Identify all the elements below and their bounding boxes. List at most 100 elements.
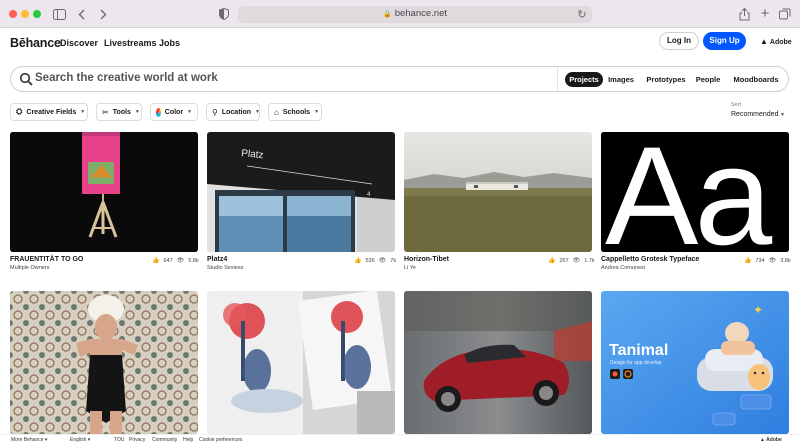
painting-book-image	[207, 291, 395, 434]
footer-adobe-label: Adobe	[766, 437, 782, 443]
project-title[interactable]: Cappelletto Grotesk Typeface	[601, 256, 699, 263]
close-window-button[interactable]	[9, 10, 17, 18]
filter-creative-fields[interactable]: ⛭ Creative Fields ▼	[10, 103, 88, 121]
nav-discover[interactable]: Discover	[60, 38, 98, 48]
tibet-landscape-image	[404, 132, 592, 252]
project-owner[interactable]: Multiple Owners	[10, 265, 49, 271]
eye-icon: 👁	[176, 258, 185, 264]
eye-icon: 👁	[768, 258, 777, 264]
project-stats: 👍 647 👁 5.8k	[152, 257, 199, 265]
new-tab-icon[interactable]: +	[759, 6, 771, 21]
project-owner[interactable]: Li Ye	[404, 265, 416, 271]
project-title[interactable]: Horizon-Tibet	[404, 256, 449, 263]
svg-text:✦: ✦	[753, 303, 763, 317]
typeface-specimen-image: Aa	[601, 132, 789, 252]
project-thumbnail[interactable]	[10, 132, 198, 252]
nav-jobs[interactable]: Jobs	[159, 38, 180, 48]
footer-link-privacy[interactable]: Privacy	[129, 437, 145, 443]
eye-icon: 👁	[378, 258, 387, 264]
chevron-down-icon[interactable]: ▼	[780, 112, 785, 118]
thumbs-up-icon: 👍	[744, 258, 752, 264]
view-count: 3.8k	[780, 257, 791, 264]
back-icon[interactable]	[76, 7, 86, 21]
platz-sign-text: Platz	[241, 148, 264, 161]
search-input[interactable]: Search the creative world at work	[35, 72, 218, 84]
project-stats: 👍 536 👁 7k	[354, 257, 397, 265]
tanimal-title: Tanimal	[609, 342, 668, 359]
like-count: 536	[365, 257, 375, 264]
tanimal-subtitle: Design for app develop	[610, 360, 662, 366]
chevron-down-icon: ▼	[134, 109, 140, 115]
behance-logo[interactable]: Bēhance	[10, 36, 61, 50]
site-header: Bēhance Discover Livestreams Jobs Log In…	[0, 28, 800, 58]
project-thumbnail[interactable]: Aa	[601, 132, 789, 252]
footer-link-tou[interactable]: TOU	[114, 437, 124, 443]
chevron-down-icon: ▼	[187, 109, 192, 115]
adobe-logo-icon: ▲	[760, 37, 768, 46]
sort-dropdown[interactable]: Recommended	[731, 111, 778, 118]
project-thumbnail[interactable]	[207, 291, 395, 434]
red-car-image	[404, 291, 592, 434]
tanimal-3d-image: Tanimal Design for app develop ✦	[601, 291, 789, 434]
project-title[interactable]: FRAUENTITÄT TO GO	[10, 256, 83, 263]
school-icon: ⌂	[274, 107, 279, 117]
zoom-window-button[interactable]	[33, 10, 41, 18]
search-divider	[557, 67, 558, 91]
like-count: 267	[559, 257, 569, 264]
search-bar[interactable]: Search the creative world at work Projec…	[10, 66, 789, 92]
footer-link-community[interactable]: Community	[152, 437, 177, 443]
project-thumbnail[interactable]	[10, 291, 198, 434]
url-text: behance.net	[394, 8, 447, 19]
language-dropdown[interactable]: English ▾	[70, 437, 90, 443]
filter-label: Color	[164, 108, 184, 116]
login-button[interactable]: Log In	[659, 32, 699, 50]
view-count: 7k	[390, 257, 397, 264]
nav-livestreams[interactable]: Livestreams	[104, 38, 157, 48]
search-icon	[19, 72, 33, 86]
tab-people[interactable]: People	[695, 72, 721, 87]
thumbs-up-icon: 👍	[152, 258, 160, 264]
more-behance-dropdown[interactable]: More Behance ▾	[11, 437, 47, 443]
language-label: English	[70, 437, 87, 443]
footer-link-cookie-preferences[interactable]: Cookie preferences	[199, 437, 242, 443]
typeface-glyphs: Aa	[605, 132, 772, 252]
project-stats: 👍 734 👁 3.8k	[744, 257, 791, 265]
project-owner[interactable]: Studio Sexiess	[207, 265, 243, 271]
forward-icon[interactable]	[98, 7, 108, 21]
tab-projects[interactable]: Projects	[565, 72, 603, 87]
view-count: 1.7k	[584, 257, 595, 264]
portrait-photo-image	[10, 291, 198, 434]
project-thumbnail[interactable]: Platz 4	[207, 132, 395, 252]
footer-adobe-link[interactable]: ▲ Adobe	[760, 437, 782, 443]
address-bar[interactable]: 🔒 behance.net ↻	[238, 6, 592, 23]
thumbs-up-icon: 👍	[354, 258, 362, 264]
signup-button[interactable]: Sign Up	[703, 32, 746, 50]
filter-color[interactable]: Color ▼	[150, 103, 198, 121]
tab-images[interactable]: Images	[608, 72, 634, 87]
filter-location[interactable]: ⚲ Location ▼	[206, 103, 260, 121]
building-sign-image: Platz 4	[207, 132, 395, 252]
privacy-shield-icon[interactable]	[218, 7, 230, 21]
thumbs-up-icon: 👍	[548, 258, 556, 264]
adobe-link[interactable]: ▲ Adobe	[760, 37, 792, 46]
minimize-window-button[interactable]	[21, 10, 29, 18]
tab-prototypes[interactable]: Prototypes	[645, 72, 687, 87]
filter-tools[interactable]: ✂ Tools ▼	[96, 103, 142, 121]
like-count: 647	[163, 257, 173, 264]
sort-label: Sort	[731, 102, 742, 108]
project-thumbnail[interactable]	[404, 291, 592, 434]
reload-icon[interactable]: ↻	[576, 8, 588, 22]
tools-icon: ✂	[102, 107, 109, 117]
filter-schools[interactable]: ⌂ Schools ▼	[268, 103, 322, 121]
project-owner[interactable]: Andrea Comunesi	[601, 265, 645, 271]
tab-moodboards[interactable]: Moodboards	[733, 72, 779, 87]
tab-overview-icon[interactable]	[779, 7, 791, 21]
sidebar-icon[interactable]	[52, 7, 66, 21]
location-pin-icon: ⚲	[212, 107, 218, 117]
project-thumbnail[interactable]: Tanimal Design for app develop ✦	[601, 291, 789, 434]
share-icon[interactable]	[738, 7, 750, 21]
project-thumbnail[interactable]	[404, 132, 592, 252]
footer-link-help[interactable]: Help	[183, 437, 193, 443]
project-title[interactable]: Platz4	[207, 256, 227, 263]
chevron-down-icon: ▾	[87, 437, 91, 443]
